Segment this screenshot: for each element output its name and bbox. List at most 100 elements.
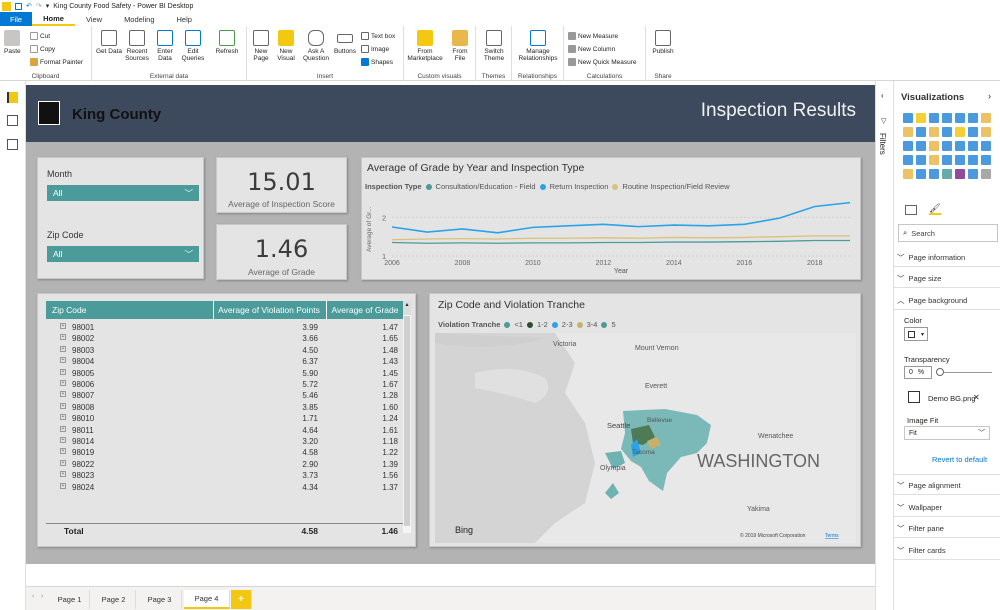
expand-row-icon[interactable]: +	[60, 357, 66, 364]
expand-row-icon[interactable]: +	[60, 391, 66, 398]
table-row[interactable]: +98019 4.58 1.22	[46, 447, 403, 458]
buttons-button[interactable]: Buttons	[333, 30, 357, 55]
page-tab-1[interactable]: Page 1	[50, 590, 90, 609]
tab-home[interactable]: Home	[32, 12, 75, 26]
expand-row-icon[interactable]: +	[60, 368, 66, 375]
zip-table-card[interactable]: Zip Code Average of Violation Points Ave…	[37, 293, 416, 547]
visual-type-icon[interactable]	[903, 141, 913, 151]
table-row[interactable]: +98008 3.85 1.60	[46, 402, 403, 413]
kpi-inspection-score-card[interactable]: 15.01 Average of Inspection Score	[216, 157, 347, 213]
new-column-button[interactable]: New Column	[568, 45, 615, 53]
section-page-size[interactable]: ﹀ Page size	[897, 273, 997, 284]
visual-type-icon[interactable]	[981, 127, 991, 137]
visual-type-icon[interactable]	[929, 113, 939, 123]
table-row[interactable]: +98007 5.46 1.28	[46, 390, 403, 401]
visual-type-icon[interactable]	[916, 127, 926, 137]
visual-type-icon[interactable]	[942, 155, 952, 165]
scroll-thumb[interactable]	[404, 316, 410, 526]
visual-type-icon[interactable]	[903, 127, 913, 137]
quick-access-dropdown-icon[interactable]: ▾	[46, 2, 50, 10]
col-header-zip[interactable]: Zip Code	[52, 305, 87, 315]
tab-help[interactable]: Help	[166, 12, 203, 26]
table-row[interactable]: +98014 3.20 1.18	[46, 436, 403, 447]
model-view-icon[interactable]	[7, 139, 18, 150]
expand-row-icon[interactable]: +	[60, 448, 66, 455]
format-paint-roller-icon[interactable]: 🖌	[929, 203, 941, 215]
edit-queries-button[interactable]: Edit Queries	[180, 30, 206, 62]
visual-type-icon[interactable]	[903, 113, 913, 123]
section-page-information[interactable]: ﹀ Page information	[897, 252, 997, 263]
tab-modeling[interactable]: Modeling	[113, 12, 165, 26]
series-line-0[interactable]	[391, 239, 850, 244]
expand-row-icon[interactable]: +	[60, 402, 66, 409]
visual-type-icon[interactable]	[955, 155, 965, 165]
text-box-button[interactable]: Text box	[361, 32, 395, 40]
expand-row-icon[interactable]: +	[60, 345, 66, 352]
redo-icon[interactable]: ↷	[36, 2, 42, 10]
visual-type-icon[interactable]	[968, 113, 978, 123]
table-row[interactable]: +98006 5.72 1.67	[46, 379, 403, 390]
table-row[interactable]: +98023 3.73 1.56	[46, 470, 403, 481]
visual-type-icon[interactable]	[942, 169, 952, 179]
visual-type-icon[interactable]	[968, 141, 978, 151]
table-row[interactable]: +98005 5.90 1.45	[46, 368, 403, 379]
table-row[interactable]: +98001 3.99 1.47	[46, 322, 403, 333]
visual-type-icon[interactable]	[916, 113, 926, 123]
legend-item-routine[interactable]: Routine Inspection/Field Review	[622, 182, 729, 191]
section-filter-pane[interactable]: ﹀ Filter pane	[897, 523, 997, 534]
fields-tab-icon[interactable]	[905, 205, 917, 215]
visual-type-icon[interactable]	[903, 155, 913, 165]
format-painter-button[interactable]: Format Painter	[30, 58, 83, 66]
visual-type-icon[interactable]	[981, 113, 991, 123]
visual-type-icon[interactable]	[942, 113, 952, 123]
visual-type-icon[interactable]	[968, 127, 978, 137]
kpi-grade-card[interactable]: 1.46 Average of Grade	[216, 224, 347, 280]
expand-row-icon[interactable]: +	[60, 471, 66, 478]
legend-item-1[interactable]: 1-2	[537, 320, 548, 329]
visual-type-icon[interactable]	[955, 127, 965, 137]
data-view-icon[interactable]	[7, 115, 18, 126]
paste-button[interactable]: Paste	[4, 30, 21, 55]
map-view[interactable]: Victoria Mount Vernon Everett Bellevue S…	[435, 333, 856, 543]
expand-row-icon[interactable]: +	[60, 334, 66, 341]
visual-type-icon[interactable]	[968, 169, 978, 179]
undo-icon[interactable]: ↶	[26, 2, 32, 10]
map-terms-link[interactable]: Terms	[825, 533, 839, 539]
table-row[interactable]: +98003 4.50 1.48	[46, 345, 403, 356]
cut-button[interactable]: Cut	[30, 32, 50, 40]
table-scrollbar[interactable]: ▴	[403, 301, 411, 533]
table-row[interactable]: +98024 4.34 1.37	[46, 482, 403, 493]
month-dropdown[interactable]: All ﹀	[47, 185, 199, 201]
section-page-alignment[interactable]: ﹀ Page alignment	[897, 480, 997, 491]
add-page-button[interactable]: +	[231, 590, 252, 609]
col-header-violation[interactable]: Average of Violation Points	[214, 305, 324, 315]
section-filter-cards[interactable]: ﹀ Filter cards	[897, 545, 997, 556]
from-marketplace-button[interactable]: From Marketplace	[407, 30, 443, 62]
remove-image-icon[interactable]: ✕	[973, 393, 980, 402]
page-tab-4[interactable]: Page 4	[184, 590, 230, 609]
visual-type-icon[interactable]	[981, 155, 991, 165]
legend-item-0[interactable]: <1	[514, 320, 523, 329]
expand-row-icon[interactable]: +	[60, 437, 66, 443]
revert-to-default-link[interactable]: Revert to default	[932, 455, 987, 464]
section-wallpaper[interactable]: ﹀ Wallpaper	[897, 502, 997, 513]
zip-dropdown[interactable]: All ﹀	[47, 246, 199, 262]
visual-type-icon[interactable]	[929, 127, 939, 137]
image-button[interactable]: Image	[361, 45, 389, 53]
from-file-button[interactable]: From File	[448, 30, 472, 62]
ask-question-button[interactable]: Ask A Question	[301, 30, 331, 62]
legend-item-return[interactable]: Return Inspection	[550, 182, 609, 191]
scroll-up-icon[interactable]: ▴	[403, 301, 411, 315]
expand-row-icon[interactable]: +	[60, 414, 66, 421]
visual-type-icon[interactable]	[942, 127, 952, 137]
filters-pane-collapsed[interactable]: ‹ ▽ Filters	[875, 81, 893, 610]
expand-row-icon[interactable]: +	[60, 323, 66, 329]
new-page-button[interactable]: New Page	[251, 30, 271, 62]
report-view-icon[interactable]	[7, 92, 18, 103]
switch-theme-button[interactable]: Switch Theme	[480, 30, 508, 62]
visual-type-icon[interactable]	[981, 141, 991, 151]
expand-row-icon[interactable]: +	[60, 425, 66, 432]
tab-view[interactable]: View	[75, 12, 113, 26]
visual-type-icon[interactable]	[929, 141, 939, 151]
refresh-button[interactable]: Refresh	[214, 30, 240, 55]
